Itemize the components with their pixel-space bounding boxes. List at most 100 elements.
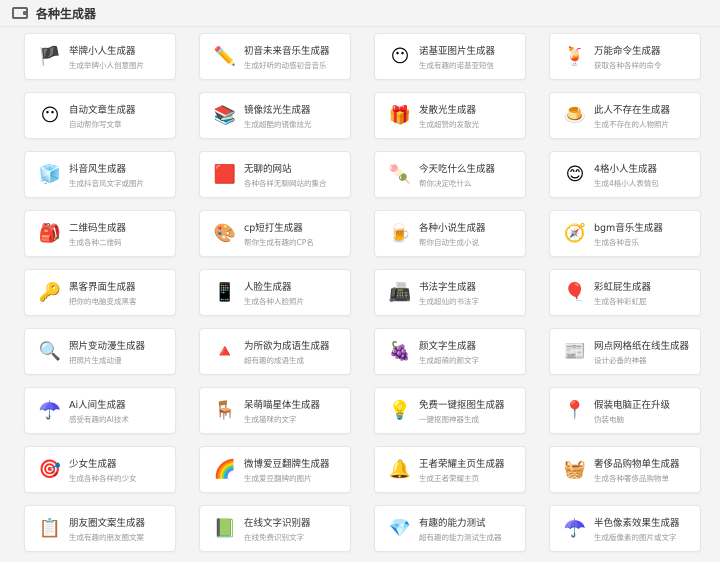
generator-card[interactable]: 💡 免费一键抠图生成器 一键抠图神器生成 [374,387,526,434]
cubes-icon: 🧊 [38,163,62,185]
card-title: 今天吃什么生成器 [419,163,496,175]
card-title: cp短打生成器 [244,222,303,234]
clipboard-icon: 📋 [38,517,62,539]
card-title: 微博爱豆翻牌生成器 [244,458,330,470]
card-title: 奢侈品购物单生成器 [594,458,680,470]
card-title: 自动文章生成器 [69,104,136,116]
card-text: 颜文字生成器 生成超萌的颜文字 [419,338,479,366]
generator-card[interactable]: 📱 人脸生成器 生成各种人脸照片 [199,269,351,316]
card-text: 有趣的能力测试 超有趣的能力测试生成器 [419,515,502,543]
card-text: 照片变动漫生成器 把照片生成动漫 [69,338,145,366]
generator-card[interactable]: ✏️ 初音未来音乐生成器 生成好听的动感初音音乐 [199,33,351,80]
generator-card[interactable]: 🪑 呆萌喵星体生成器 生成猫咪的文字 [199,387,351,434]
generator-card[interactable]: 📗 在线文字识别器 在线免费识别文字 [199,505,351,552]
card-description: 生成超赞的发散光 [419,119,479,129]
card-title: 二维码生成器 [69,222,127,234]
card-text: 镜像炫光生成器 生成超酷的镜像炫光 [244,102,312,130]
card-text: 彩虹屁生成器 生成各种彩虹屁 [594,279,651,307]
card-description: 帮你自动生成小说 [419,237,479,247]
card-description: 生成不存在的人物照片 [594,119,669,129]
card-description: 生成各种奢侈品购物单 [594,473,669,483]
card-text: 黑客界面生成器 把你的电脑变成黑客 [69,279,137,307]
generator-card[interactable]: 🧭 bgm音乐生成器 生成各种音乐 [549,210,701,257]
card-description: 生成版像素的图片或文字 [594,532,677,542]
card-text: 举牌小人生成器 生成举牌小人创意图片 [69,43,144,71]
basket-icon: 🧺 [563,458,587,480]
paint-icon: 🎨 [213,222,237,244]
generator-card[interactable]: 📍 假装电脑正在升级 伪装电脑 [549,387,701,434]
generator-card[interactable]: 🟥 无聊的网站 各种各样无聊网站的集合 [199,151,351,198]
generator-card[interactable]: 🍹 万能命令生成器 获取各种各样的命令 [549,33,701,80]
card-title: 颜文字生成器 [419,340,477,352]
generator-card[interactable]: 🍮 此人不存在生成器 生成不存在的人物照片 [549,92,701,139]
generator-card[interactable]: 🎯 少女生成器 生成各种各样的少女 [24,446,176,493]
card-title: 诺基亚图片生成器 [419,45,496,57]
card-title: 无聊的网站 [244,163,292,175]
location-pin-icon: 📍 [563,399,587,421]
card-description: 生成各种彩虹屁 [594,296,647,306]
card-text: 初音未来音乐生成器 生成好听的动感初音音乐 [244,43,330,71]
magnifier-icon: 🔍 [38,340,62,362]
generator-card[interactable]: 🎨 cp短打生成器 帮你生成有趣的CP名 [199,210,351,257]
generator-card[interactable]: 🍺 各种小说生成器 帮你自动生成小说 [374,210,526,257]
card-description: 生成各种各样的少女 [69,473,137,483]
card-title: 半色像素效果生成器 [594,517,680,529]
card-text: 假装电脑正在升级 伪装电脑 [594,397,670,425]
generator-card[interactable]: 😶 诺基亚图片生成器 生成有趣的诺基亚短信 [374,33,526,80]
rainbow-icon: 🌈 [213,458,237,480]
generator-card[interactable]: 💎 有趣的能力测试 超有趣的能力测试生成器 [374,505,526,552]
generator-card[interactable]: 🔑 黑客界面生成器 把你的电脑变成黑客 [24,269,176,316]
card-title: 万能命令生成器 [594,45,661,57]
card-title: 少女生成器 [69,458,117,470]
generator-card[interactable]: ☂️ Ai人间生成器 感受有趣的AI技术 [24,387,176,434]
generator-card[interactable]: 😶 自动文章生成器 自动帮你写文章 [24,92,176,139]
generator-card[interactable]: 🌈 微博爱豆翻牌生成器 生成爱豆翻牌的图片 [199,446,351,493]
card-description: 生成猫咪的文字 [244,414,297,424]
card-text: 少女生成器生成各种各样的少女 [69,456,137,484]
card-title: 发散光生成器 [419,104,477,116]
cash-register-icon: 📠 [388,281,412,303]
generator-card[interactable]: 📋 朋友圈文案生成器 生成有趣的朋友圈文案 [24,505,176,552]
generator-card[interactable]: 📚 镜像炫光生成器 生成超酷的镜像炫光 [199,92,351,139]
bell-icon: 🔔 [388,458,412,480]
generator-card[interactable]: 🧺 奢侈品购物单生成器 生成各种奢侈品购物单 [549,446,701,493]
card-text: 无聊的网站 各种各样无聊网站的集合 [244,161,327,189]
face-icon: 😶 [40,104,60,126]
card-description: 生成超仙的书法字 [419,296,479,306]
generator-card[interactable]: 🍡 今天吃什么生成器 帮你决定吃什么 [374,151,526,198]
generator-card[interactable]: 😊 4格小人生成器 生成4格小人表情包 [549,151,701,198]
generator-card[interactable]: 🏴 举牌小人生成器 生成举牌小人创意图片 [24,33,176,80]
generator-card[interactable]: 🔔 王者荣耀主页生成器 生成王者荣耀主页 [374,446,526,493]
card-title: 网点网格纸在线生成器 [594,340,690,352]
generator-card[interactable]: 🎈 彩虹屁生成器 生成各种彩虹屁 [549,269,701,316]
pudding-icon: 🍮 [563,104,587,126]
card-title: Ai人间生成器 [69,399,126,411]
book-icon: 📗 [213,517,237,539]
generator-card[interactable]: 🎒 二维码生成器 生成各种二维码 [24,210,176,257]
generator-card[interactable]: 📠 书法字生成器 生成超仙的书法字 [374,269,526,316]
card-description: 生成4格小人表情包 [594,178,659,188]
card-text: 为所欲为成语生成器 超有趣的成语生成 [244,338,330,366]
generator-card[interactable]: 🧊 抖音风生成器 生成抖音风文字或图片 [24,151,176,198]
card-description: 超有趣的能力测试生成器 [419,532,502,542]
generator-card[interactable]: 🔺 为所欲为成语生成器 超有趣的成语生成 [199,328,351,375]
generator-card[interactable]: 📰 网点网格纸在线生成器 设计必备的神器 [549,328,701,375]
section-header: 各种生成器 [0,0,720,27]
card-text: 4格小人生成器 生成4格小人表情包 [594,161,659,189]
generator-card[interactable]: ☂️ 半色像素效果生成器 生成版像素的图片或文字 [549,505,701,552]
umbrella-icon: ☂️ [563,517,587,539]
generator-card[interactable]: 🔍 照片变动漫生成器 把照片生成动漫 [24,328,176,375]
key-icon: 🔑 [38,281,62,303]
generator-card[interactable]: 🍇 颜文字生成器 生成超萌的颜文字 [374,328,526,375]
card-text: 今天吃什么生成器 帮你决定吃什么 [419,161,495,189]
card-description: 生成各种二维码 [69,237,122,247]
card-text: 呆萌喵星体生成器 生成猫咪的文字 [244,397,320,425]
card-title: 王者荣耀主页生成器 [419,458,505,470]
card-text: 半色像素效果生成器 生成版像素的图片或文字 [594,515,680,543]
card-text: 微博爱豆翻牌生成器 生成爱豆翻牌的图片 [244,456,330,484]
card-title: 人脸生成器 [244,281,292,293]
generator-card[interactable]: 🎁 发散光生成器 生成超赞的发散光 [374,92,526,139]
card-description: 生成王者荣耀主页 [419,473,479,483]
pink-card-icon: 🟥 [213,163,237,185]
card-title: 书法字生成器 [419,281,477,293]
